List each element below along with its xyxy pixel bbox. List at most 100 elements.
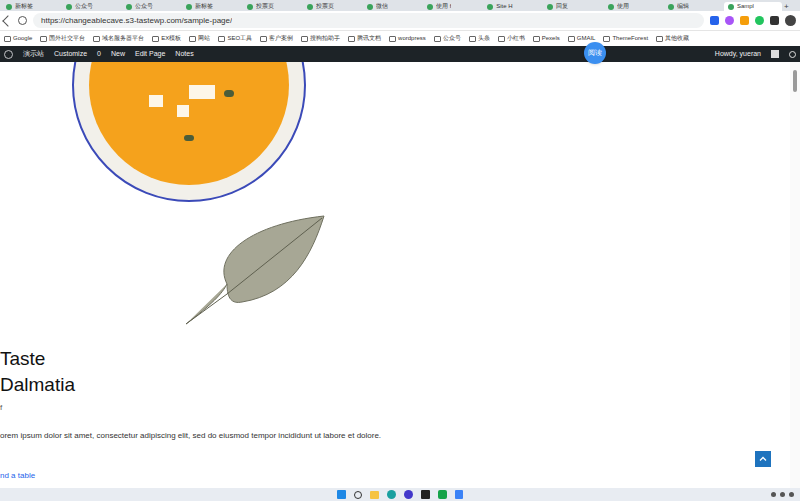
app-icon[interactable] (455, 490, 463, 499)
bookmark-folder-icon (40, 36, 47, 42)
post-link[interactable]: nd a table (0, 470, 790, 482)
read-badge[interactable]: 阅读 (584, 42, 606, 64)
browser-tab[interactable]: 新标签 (182, 2, 240, 11)
browser-tab[interactable]: 使用 f (423, 2, 481, 11)
profile-icon[interactable] (785, 15, 796, 26)
tab-favicon-icon (547, 4, 553, 10)
chevron-up-icon (759, 455, 767, 463)
browser-tab[interactable]: Sampl (724, 2, 782, 11)
bookmark-label: 网站 (198, 34, 210, 43)
browser-tab[interactable]: 投票页 (243, 2, 301, 11)
back-icon[interactable] (2, 15, 13, 26)
browser-tab[interactable]: 回复 (543, 2, 601, 11)
bookmark[interactable]: 腾讯文档 (348, 34, 381, 43)
browser-tab[interactable]: Site H (483, 2, 541, 11)
new-tab-icon[interactable]: + (784, 2, 798, 11)
tab-label: 使用 (617, 2, 629, 11)
tab-favicon-icon (247, 4, 253, 10)
bookmark-label: 头条 (478, 34, 490, 43)
bookmark-label: Pexels (542, 34, 560, 43)
tab-label: 微信 (376, 2, 388, 11)
bookmark[interactable]: 小红书 (498, 34, 525, 43)
tray-icon[interactable] (771, 492, 776, 497)
wordpress-logo-icon[interactable] (4, 50, 13, 59)
extension-icon[interactable] (710, 16, 719, 25)
app-icon[interactable] (421, 490, 430, 499)
bookmark-folder-icon (301, 36, 308, 42)
tab-label: Sampl (737, 2, 754, 11)
browser-tab[interactable]: 微信 (363, 2, 421, 11)
tab-label: Site H (496, 2, 512, 11)
browser-tab[interactable]: 使用 (604, 2, 662, 11)
browser-tab[interactable]: 编辑 (664, 2, 722, 11)
tab-favicon-icon (66, 4, 72, 10)
refresh-icon[interactable] (18, 16, 27, 25)
bookmark[interactable]: 头条 (469, 34, 490, 43)
bookmark[interactable]: 搜狗拍助手 (301, 34, 340, 43)
bookmark-label: 小红书 (507, 34, 525, 43)
scrollbar-thumb[interactable] (793, 70, 797, 92)
bookmark-label: 其他收藏 (665, 34, 689, 43)
extension-icon[interactable] (770, 16, 779, 25)
admin-howdy[interactable]: Howdy, yueran (715, 49, 761, 60)
bookmark-label: SEO工具 (227, 34, 252, 43)
admin-comments-link[interactable]: 0 (97, 49, 101, 60)
browser-tab[interactable]: 公众号 (122, 2, 180, 11)
admin-new-link[interactable]: New (111, 49, 125, 60)
extension-icon[interactable] (755, 16, 764, 25)
browser-tab[interactable]: 公众号 (62, 2, 120, 11)
browser-tab[interactable]: 投票页 (303, 2, 361, 11)
post-title-line: Dalmatia (0, 372, 790, 398)
bookmark-label: 国外社交平台 (49, 34, 85, 43)
search-icon[interactable] (354, 491, 362, 499)
browser-tab[interactable]: 新标签 (2, 2, 60, 11)
bookmark[interactable]: SEO工具 (218, 34, 252, 43)
bookmark-folder-icon (4, 36, 11, 42)
bookmark-label: EX模板 (161, 34, 181, 43)
bookmark[interactable]: 客户案例 (260, 34, 293, 43)
tab-label: 公众号 (135, 2, 153, 11)
start-icon[interactable] (337, 490, 346, 499)
tab-label: 回复 (556, 2, 568, 11)
app-icon[interactable] (438, 490, 447, 499)
search-icon[interactable] (789, 51, 796, 58)
page-content: TasteDalmatiaforem ipsum dolor sit amet,… (0, 62, 790, 488)
bookmark[interactable]: 域名服务器平台 (93, 34, 144, 43)
scroll-top-button[interactable] (755, 451, 771, 467)
tray-icon[interactable] (789, 492, 794, 497)
admin-customize-link[interactable]: Customize (54, 49, 87, 60)
bookmark-folder-icon (603, 36, 610, 42)
bookmark[interactable]: EX模板 (152, 34, 181, 43)
bookmark-label: 腾讯文档 (357, 34, 381, 43)
bookmark[interactable]: wordpress (389, 34, 426, 43)
leaf-image (182, 214, 328, 326)
explorer-icon[interactable] (370, 491, 379, 499)
tab-favicon-icon (427, 4, 433, 10)
tab-favicon-icon (668, 4, 674, 10)
address-field[interactable]: https://changeablecave.s3-tastewp.com/sa… (33, 13, 704, 28)
edge-icon[interactable] (387, 490, 396, 499)
extension-icon[interactable] (725, 16, 734, 25)
app-icon[interactable] (404, 490, 413, 499)
bookmark-folder-icon (93, 36, 100, 42)
bookmark-folder-icon (498, 36, 505, 42)
admin-site-link[interactable]: 演示站 (23, 49, 44, 60)
extension-icons (710, 15, 796, 26)
wp-admin-bar: 演示站 Customize 0 New Edit Page Notes Howdy, yue… (0, 46, 800, 62)
bookmark[interactable]: 其他收藏 (656, 34, 689, 43)
bookmark[interactable]: 国外社交平台 (40, 34, 85, 43)
bookmarks-bar: Google 国外社交平台域名服务器平台 EX模板 网站 SEO工具 客户案例搜狗拍助手 腾… (0, 31, 800, 46)
admin-notes-link[interactable]: Notes (175, 49, 193, 60)
bookmark[interactable]: ThemeForest (603, 34, 648, 43)
tray-icon[interactable] (780, 492, 785, 497)
bookmark[interactable]: Google (4, 34, 32, 43)
bookmark[interactable]: 公众号 (434, 34, 461, 43)
admin-edit-link[interactable]: Edit Page (135, 49, 165, 60)
bookmark-label: 客户案例 (269, 34, 293, 43)
tab-favicon-icon (367, 4, 373, 10)
bookmark[interactable]: Pexels (533, 34, 560, 43)
bookmark[interactable]: 网站 (189, 34, 210, 43)
extension-icon[interactable] (740, 16, 749, 25)
scrollbar[interactable] (790, 62, 800, 488)
bookmark-folder-icon (568, 36, 575, 42)
